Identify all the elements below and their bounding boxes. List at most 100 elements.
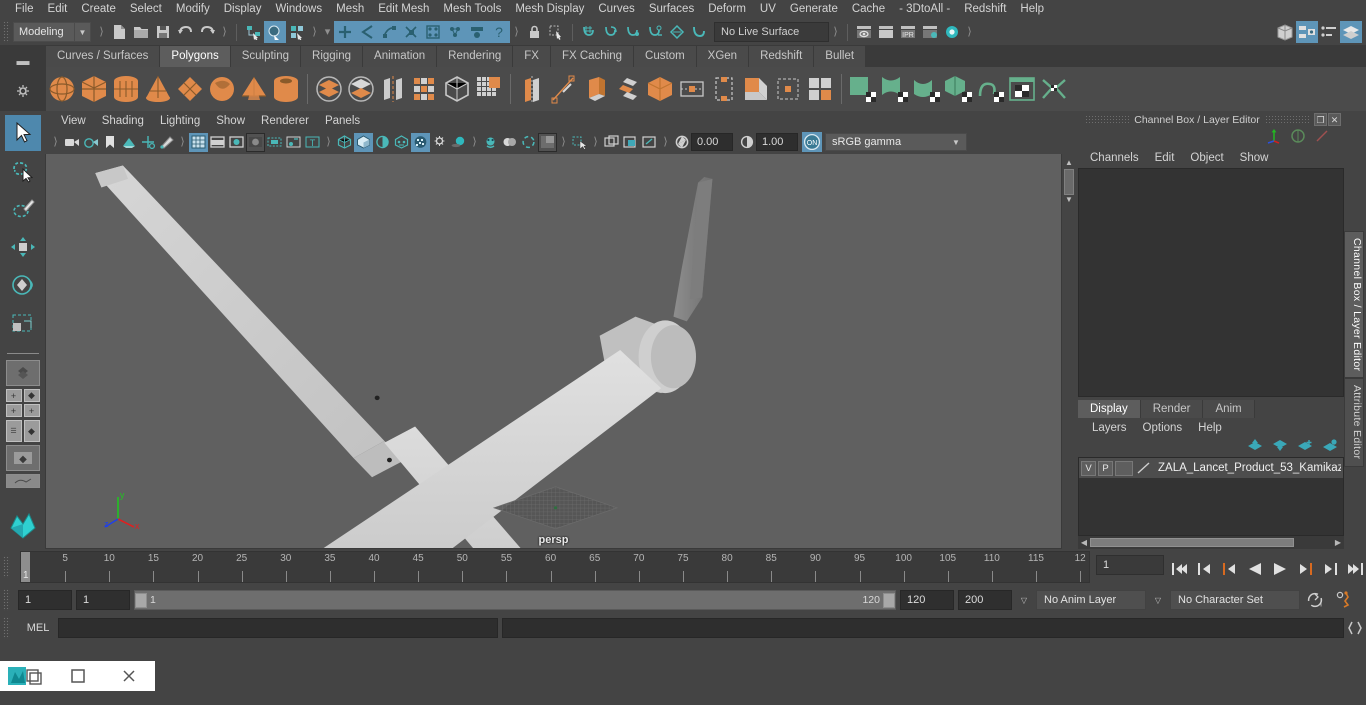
scroll-thumb[interactable] xyxy=(1090,538,1294,547)
shelf-button-poly-cube-icon[interactable] xyxy=(78,72,110,106)
shelf-button-reduce-icon[interactable] xyxy=(473,72,505,106)
shelf-tab-fx[interactable]: FX xyxy=(513,46,551,67)
close-window-button[interactable] xyxy=(103,668,155,684)
animation-preferences-icon[interactable] xyxy=(1332,591,1356,609)
range-start-handle[interactable] xyxy=(135,592,147,608)
menu-uv[interactable]: UV xyxy=(753,0,783,19)
chevron-down-icon[interactable]: ▽ xyxy=(1150,596,1166,605)
shelf-button-wedge-icon[interactable] xyxy=(740,72,772,106)
snap-to-view-plane-icon[interactable] xyxy=(666,21,688,43)
menu-edit[interactable]: Edit xyxy=(41,0,75,19)
shelf-button-uv-camera-icon[interactable] xyxy=(975,72,1007,106)
exposure-field[interactable]: 0.00 xyxy=(691,133,733,151)
shelf-button-separate-icon[interactable] xyxy=(345,72,377,106)
viewport-vertical-scrollbar[interactable]: ▲ ▼ xyxy=(1062,154,1076,549)
select-mask-uv-icon[interactable] xyxy=(400,21,422,43)
resolution-gate-icon[interactable] xyxy=(227,133,246,152)
isolate-select-icon[interactable] xyxy=(570,133,589,152)
scroll-down-arrow-icon[interactable]: ▼ xyxy=(1065,195,1073,204)
open-node-editor-icon[interactable] xyxy=(1296,21,1318,43)
select-mask-vertex-icon[interactable] xyxy=(334,21,356,43)
shelf-button-boolean-icon[interactable] xyxy=(441,72,473,106)
menu-mesh[interactable]: Mesh xyxy=(329,0,371,19)
snap-to-curve-icon[interactable] xyxy=(600,21,622,43)
shadows-icon[interactable] xyxy=(430,133,449,152)
camera-attributes-icon[interactable] xyxy=(81,133,100,152)
xray-icon[interactable] xyxy=(538,132,557,152)
select-mask-edge-icon[interactable] xyxy=(356,21,378,43)
shelf-tab-curves-surfaces[interactable]: Curves / Surfaces xyxy=(46,46,161,67)
shelf-button-poly-sphere-icon[interactable] xyxy=(46,72,78,106)
shelf-button-uv-automatic-icon[interactable] xyxy=(943,72,975,106)
menu-file[interactable]: File xyxy=(8,0,41,19)
shelf-button-poly-cylinder-icon[interactable] xyxy=(110,72,142,106)
playback-range-bar[interactable]: 1 120 xyxy=(134,590,896,610)
snap-to-grid-icon[interactable] xyxy=(578,21,600,43)
step-forward-keyframe-icon[interactable] xyxy=(1318,557,1341,581)
open-outliner-icon[interactable] xyxy=(1274,21,1296,43)
multisample-icon[interactable] xyxy=(500,133,519,152)
command-output[interactable] xyxy=(502,618,1344,638)
open-channelbox-layer-editor-icon[interactable] xyxy=(1340,21,1362,43)
menu-curves[interactable]: Curves xyxy=(591,0,641,19)
undo-icon[interactable] xyxy=(174,21,196,43)
use-all-lights-icon[interactable] xyxy=(411,132,430,152)
menu-windows[interactable]: Windows xyxy=(268,0,329,19)
create-layer-from-selected-icon[interactable] xyxy=(1322,438,1338,456)
gamma-icon[interactable] xyxy=(737,133,756,152)
persp-graph-layout[interactable] xyxy=(5,474,40,488)
range-start-field[interactable]: 1 xyxy=(76,590,130,610)
grid-toggle-icon[interactable] xyxy=(189,132,208,152)
shelf-tab-xgen[interactable]: XGen xyxy=(696,46,750,67)
perspective-viewport[interactable]: y x z persp xyxy=(45,154,1062,549)
step-back-keyframe-icon[interactable] xyxy=(1193,557,1216,581)
restore-button[interactable]: ❐ xyxy=(1314,113,1327,126)
shelf-tab-sculpting[interactable]: Sculpting xyxy=(230,46,302,67)
four-view-layout[interactable]: + ◆ + + xyxy=(5,389,40,417)
grease-pencil-icon[interactable] xyxy=(157,133,176,152)
textured-icon[interactable] xyxy=(392,133,411,152)
layer-editor-menu-help[interactable]: Help xyxy=(1190,422,1230,434)
menu-deform[interactable]: Deform xyxy=(701,0,753,19)
bookmark-icon[interactable] xyxy=(100,133,119,152)
shaded-wireframe-icon[interactable] xyxy=(373,133,392,152)
close-button[interactable]: ✕ xyxy=(1328,113,1341,126)
viewport-menu-renderer[interactable]: Renderer xyxy=(253,115,317,127)
shelf-button-extract-icon[interactable] xyxy=(377,72,409,106)
time-slider-track[interactable]: 1 5 10 15 20 25 30 35 40 45 50 55 60 65 70 75 80 85 90 95 1… xyxy=(20,551,1090,583)
layer-list[interactable]: V P ZALA_Lancet_Product_53_Kamikaze_Dro xyxy=(1078,457,1344,536)
shelf-button-bridge-icon[interactable] xyxy=(644,72,676,106)
channelbox-menu-edit[interactable]: Edit xyxy=(1147,152,1183,164)
shelf-button-poly-pipe-icon[interactable] xyxy=(270,72,302,106)
shelf-button-mirror-icon[interactable] xyxy=(516,72,548,106)
film-gate-icon[interactable] xyxy=(208,133,227,152)
viewport-region-icon[interactable] xyxy=(621,133,640,152)
menu-redshift[interactable]: Redshift xyxy=(957,0,1013,19)
hypershade-icon[interactable] xyxy=(941,21,963,43)
shelf-tab-redshift[interactable]: Redshift xyxy=(749,46,815,67)
viewport-resolution-gate-icon[interactable] xyxy=(640,133,659,152)
channelbox-menu-channels[interactable]: Channels xyxy=(1082,152,1147,164)
render-current-frame-icon[interactable] xyxy=(853,21,875,43)
smooth-shade-icon[interactable] xyxy=(354,132,373,152)
menu-cache[interactable]: Cache xyxy=(845,0,892,19)
select-by-component-icon[interactable] xyxy=(286,21,308,43)
viewport-menu-shading[interactable]: Shading xyxy=(94,115,152,127)
exposure-icon[interactable] xyxy=(672,133,691,152)
layer-visibility-toggle[interactable]: V xyxy=(1081,460,1096,476)
live-surface-field[interactable]: No Live Surface xyxy=(714,22,829,42)
anim-layer-selector[interactable]: No Anim Layer xyxy=(1036,590,1146,610)
maya-bonus-tools-icon[interactable] xyxy=(7,510,39,545)
shelf-tab-animation[interactable]: Animation xyxy=(363,46,438,67)
shelf-button-crease-icon[interactable] xyxy=(772,72,804,106)
shelf-button-poly-torus-icon[interactable] xyxy=(206,72,238,106)
select-tool[interactable] xyxy=(4,115,41,151)
animation-end-field[interactable]: 200 xyxy=(958,590,1012,610)
chevron-down-icon[interactable]: ▽ xyxy=(1016,596,1032,605)
ssao-icon[interactable] xyxy=(449,133,468,152)
viewport-menu-view[interactable]: View xyxy=(53,115,94,127)
select-by-object-icon[interactable] xyxy=(264,21,286,43)
rotate-tool[interactable] xyxy=(5,267,41,303)
snap-to-point-icon[interactable] xyxy=(622,21,644,43)
field-chart-icon[interactable] xyxy=(265,133,284,152)
